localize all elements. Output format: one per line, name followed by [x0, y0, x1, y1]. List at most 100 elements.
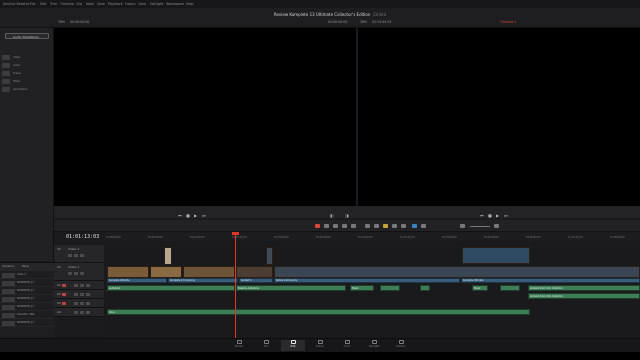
v1-clip-label[interactable]: Komplete Ultimate — [107, 278, 167, 283]
v2-clip[interactable] — [462, 247, 530, 264]
lock-icon[interactable] — [86, 302, 90, 305]
auto-select-icon[interactable] — [74, 254, 78, 257]
v1-clip[interactable] — [107, 266, 149, 278]
record-arm-icon[interactable] — [62, 293, 66, 296]
pool-col-clip-name[interactable]: Clip Name — [2, 265, 14, 268]
link-icon[interactable] — [392, 224, 397, 228]
solo-icon[interactable] — [74, 302, 78, 305]
a1-clip[interactable]: Musik — [350, 285, 374, 291]
menu-file[interactable]: File — [30, 2, 36, 6]
menu-clip[interactable]: Clip — [76, 2, 82, 6]
next-frame-button[interactable]: ⏭ — [202, 213, 206, 218]
timeline-zoom[interactable]: 39% — [360, 20, 367, 24]
page-media[interactable]: Media — [227, 340, 251, 351]
menu-trim[interactable]: Trim — [50, 2, 57, 6]
a1-clip[interactable]: Ambient track Intro Collection — [528, 285, 640, 291]
zoom-out-icon[interactable] — [460, 224, 465, 228]
timeline-stop-button[interactable]: ■ — [488, 213, 492, 218]
lock-icon[interactable] — [68, 272, 72, 275]
page-deliver[interactable]: Deliver — [389, 340, 413, 351]
v1-clip[interactable] — [150, 266, 182, 278]
effects-item-video[interactable]: Video — [1, 54, 51, 61]
effects-category-dropdown[interactable]: Audio Transitions — [5, 33, 49, 39]
v1-clip[interactable] — [236, 266, 273, 278]
track-header-a2[interactable]: A2 — [54, 290, 104, 299]
page-fairlight[interactable]: Fairlight — [362, 340, 386, 351]
auto-select-icon[interactable] — [74, 272, 78, 275]
a4-clip[interactable]: Voice — [107, 309, 530, 315]
lock-icon[interactable] — [86, 284, 90, 287]
menu-color[interactable]: Color — [138, 2, 147, 6]
a1-clip[interactable] — [380, 285, 400, 291]
position-lock-icon[interactable] — [401, 224, 406, 228]
solo-icon[interactable] — [74, 293, 78, 296]
zoom-in-icon[interactable] — [494, 224, 499, 228]
flag-icon[interactable] — [412, 224, 417, 228]
pool-row[interactable]: KOMPLETE_13 — [0, 295, 54, 303]
menu-workspace[interactable]: Workspace — [166, 2, 184, 6]
effects-item-titles[interactable]: Titles — [1, 78, 51, 85]
v1-clip-label[interactable]: Kontakt 6 — [239, 278, 273, 283]
effects-item-audio[interactable]: Audio — [1, 62, 51, 69]
solo-icon[interactable] — [74, 311, 78, 314]
pool-row[interactable]: KOMPLETE_13 — [0, 303, 54, 311]
source-viewer[interactable] — [54, 28, 356, 206]
track-header-v2[interactable]: V2 Video 2 — [54, 245, 104, 263]
selection-tool-icon[interactable] — [324, 224, 329, 228]
a1-clip[interactable]: Bassline Aufnahme — [236, 285, 346, 291]
snapping-icon[interactable] — [383, 224, 388, 228]
timeline-play-button[interactable]: ▶ — [496, 213, 499, 218]
record-arm-icon[interactable] — [62, 302, 66, 305]
lock-icon[interactable] — [86, 293, 90, 296]
v1-clip[interactable] — [274, 266, 640, 278]
timeline-prev-button[interactable]: ⏮ — [480, 213, 484, 218]
page-fusion[interactable]: Fusion — [308, 340, 332, 351]
a1-clip[interactable]: Musik — [472, 285, 488, 291]
menu-fairlight[interactable]: Fairlight — [150, 2, 163, 6]
mute-icon[interactable] — [80, 284, 84, 287]
a1-clip[interactable]: Aufnahme — [107, 285, 235, 291]
v1-clip-label[interactable]: Native Instruments — [274, 278, 460, 283]
effects-item-fusion[interactable]: Fusion — [1, 70, 51, 77]
track-header-a3[interactable]: A3 — [54, 299, 104, 308]
pool-row[interactable]: KOMPLETE_13 — [0, 319, 54, 327]
page-cut[interactable]: Cut — [254, 340, 278, 351]
menu-playback[interactable]: Playback — [108, 2, 123, 6]
track-visibility-icon[interactable] — [80, 254, 84, 257]
lock-icon[interactable] — [68, 254, 72, 257]
marker-icon[interactable] — [421, 224, 426, 228]
zoom-slider[interactable] — [470, 226, 490, 227]
pool-row[interactable]: Video 2 — [0, 271, 54, 279]
insert-clip-icon[interactable] — [365, 224, 370, 228]
blade-tool-icon[interactable] — [351, 224, 356, 228]
mute-icon[interactable] — [80, 311, 84, 314]
source-zoom[interactable]: 39% — [58, 20, 65, 24]
pool-col-name[interactable]: Name — [22, 265, 29, 268]
mark-out-button[interactable]: ◨ — [345, 213, 349, 218]
pool-row[interactable]: KOMPLETE_13 — [0, 287, 54, 295]
playhead[interactable] — [235, 232, 236, 340]
v1-clip-label[interactable]: Komplete Ultimate — [461, 278, 640, 283]
page-color[interactable]: Color — [335, 340, 359, 351]
prev-frame-button[interactable]: ⏮ — [178, 213, 182, 218]
menu-timeline[interactable]: Timeline — [60, 2, 74, 6]
track-header-v1[interactable]: V1 Video 1 — [54, 263, 104, 281]
dynamic-trim-icon[interactable] — [342, 224, 347, 228]
effects-item-generators[interactable]: Generators — [1, 86, 51, 93]
v2-clip[interactable] — [164, 247, 172, 265]
lock-icon[interactable] — [86, 311, 90, 314]
mute-icon[interactable] — [80, 302, 84, 305]
menu-app[interactable]: DaVinci Resolve — [3, 2, 29, 6]
v1-clip[interactable] — [183, 266, 235, 278]
a1-clip[interactable] — [420, 285, 430, 291]
track-visibility-icon[interactable] — [80, 272, 84, 275]
v2-clip[interactable] — [266, 247, 273, 265]
pool-row[interactable]: Transition Title — [0, 311, 54, 319]
menu-mark[interactable]: Mark — [86, 2, 94, 6]
timeline-name-dropdown[interactable]: Timeline 1 — [500, 20, 517, 24]
track-header-a1[interactable]: A1 — [54, 281, 104, 290]
track-header-a4[interactable]: A4 — [54, 308, 104, 317]
solo-icon[interactable] — [74, 284, 78, 287]
menu-edit[interactable]: Edit — [40, 2, 46, 6]
menu-view[interactable]: View — [97, 2, 105, 6]
